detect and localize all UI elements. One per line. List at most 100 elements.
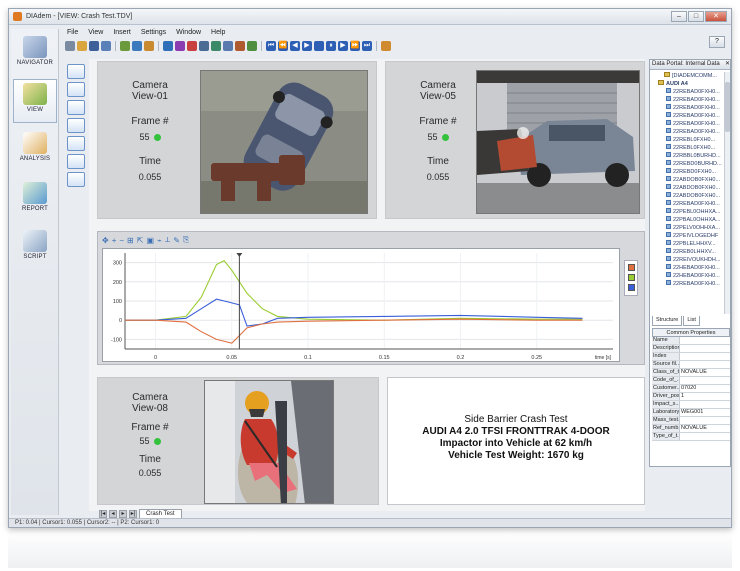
tab-structure[interactable]: Structure [652,316,683,326]
chart-area[interactable]: 300 200 100 0 -100 0 0.05 0.1 0.15 0.2 0.25 time [s… [102,248,620,362]
tree-channel[interactable]: 22REBAD0FXH0... [650,88,726,96]
nav-navigator[interactable]: NAVIGATOR [13,33,57,77]
tree-channel[interactable]: 22REBAD0FXH0... [650,128,726,136]
layout-7-icon[interactable] [67,172,85,187]
tree-channel[interactable]: 22REBD0BURHD... [650,160,726,168]
tree-channel[interactable]: 22REBL0FXH0... [650,136,726,144]
chart-cursor-icon[interactable]: ✥ [102,236,109,245]
menu-window[interactable]: Window [176,29,201,36]
copy-icon[interactable] [132,41,142,51]
tree-root[interactable]: [DIADEMCOMM... [650,72,726,80]
tree-channel[interactable]: 22HEBAD0FXH0... [650,272,726,280]
paste-icon[interactable] [144,41,154,51]
property-row[interactable]: Ref_numb... NOVALUE [652,425,730,433]
maximize-button[interactable]: □ [688,11,704,22]
line-chart[interactable]: 300 200 100 0 -100 0 0.05 0.1 0.15 0.2 0.25 time [s… [103,249,621,363]
tree-channel[interactable]: 22ABDOB0FXH0... [650,184,726,192]
rewind-icon[interactable]: ⏪ [278,41,288,51]
curve-icon[interactable] [163,41,173,51]
camera-video-08[interactable] [204,380,334,504]
property-row[interactable]: Class_of_t...NOVALUE [652,369,730,377]
loop-icon[interactable] [314,41,324,51]
tree-channel[interactable]: 22ABDOB0FXH0... [650,176,726,184]
property-row[interactable]: Impact_s... [652,401,730,409]
tree-channel[interactable]: 22REIVOUKHDH... [650,256,726,264]
property-row[interactable]: Mass_test... [652,417,730,425]
zoom-out-icon[interactable]: − [119,236,124,245]
layout-5-icon[interactable] [67,136,85,151]
tree-channel[interactable]: 22REBAD0FXH0... [650,200,726,208]
step-back-icon[interactable]: ◀ [290,41,300,51]
property-row[interactable]: Customer... 07020 [652,385,730,393]
tree-channel[interactable]: 22REBAD0FXH0... [650,112,726,120]
new-file-icon[interactable] [65,41,75,51]
menu-view[interactable]: View [88,29,103,36]
grid-icon[interactable] [211,41,221,51]
settings-icon[interactable] [381,41,391,51]
portal-close-icon[interactable]: ✕ [725,60,730,69]
tree-channel[interactable]: 22PEBL0OHHXA... [650,208,726,216]
layout-4-icon[interactable] [67,118,85,133]
layout-icon[interactable] [101,41,111,51]
cut-icon[interactable] [120,41,130,51]
pause-icon[interactable]: ⏸ [326,41,336,51]
chart-settings-icon[interactable]: ▣ [146,236,154,245]
property-row[interactable]: Laboratory...WEG001 [652,409,730,417]
tab-list[interactable]: List [683,316,700,326]
cursor-mode-icon[interactable]: ⟂ [165,235,170,245]
property-row[interactable]: Type_of_t... [652,433,730,441]
tree-channel[interactable]: 22ABDOB0FXH0... [650,192,726,200]
layout-1-icon[interactable] [67,64,85,79]
nav-analysis[interactable]: ANALYSIS [13,129,57,173]
scroll-thumb[interactable] [725,82,730,132]
axis-icon[interactable] [199,41,209,51]
property-row[interactable]: Code_of_... [652,377,730,385]
nav-view[interactable]: VIEW [13,79,57,123]
menu-file[interactable]: File [67,29,78,36]
pan-icon[interactable]: ⇱ [137,236,144,245]
tree-channel[interactable]: 22PEIVLOGEDHF [650,232,726,240]
minimize-button[interactable]: – [671,11,687,22]
tab-prev-icon[interactable]: ◂ [109,510,117,518]
zoom-in-icon[interactable]: + [112,236,117,245]
fast-forward-icon[interactable]: ⏩ [350,41,360,51]
tree-channel[interactable]: 22REBAD0FXH0... [650,96,726,104]
tree-scrollbar[interactable] [724,72,730,314]
property-row[interactable]: Source fil... [652,361,730,369]
skip-start-icon[interactable]: ⏮ [266,41,276,51]
play-icon[interactable]: ▶ [302,41,312,51]
curve-style-icon[interactable] [175,41,185,51]
step-forward-icon[interactable]: ▶ [338,41,348,51]
save-icon[interactable] [89,41,99,51]
tree-channel[interactable]: 22REBAD0FXH0... [650,104,726,112]
menu-settings[interactable]: Settings [141,29,166,36]
zoom-box-icon[interactable]: ⊞ [127,236,134,245]
tree-channel[interactable]: 22REB0LHHXV... [650,248,726,256]
tree-group[interactable]: AUDI A4 [650,80,726,88]
tree-channel[interactable]: 22PELV0OHHXA... [650,224,726,232]
skip-end-icon[interactable]: ⏭ [362,41,372,51]
table-icon[interactable] [223,41,233,51]
tree-channel[interactable]: 22REBAD0FXH0... [650,280,726,288]
close-button[interactable]: ✕ [705,11,727,22]
tree-channel[interactable]: 22REBL0FXH0... [650,144,726,152]
layout-6-icon[interactable] [67,154,85,169]
help-icon[interactable]: ? [709,36,725,48]
tree-channel[interactable]: 22HEBAD0FXH0... [650,264,726,272]
layout-3-icon[interactable] [67,100,85,115]
property-row[interactable]: Index [652,353,730,361]
property-row[interactable]: Description [652,345,730,353]
tab-next-icon[interactable]: ▸ [119,510,127,518]
tree-channel[interactable]: 22PBAL0OHHXA... [650,216,726,224]
zoom-icon[interactable] [247,41,257,51]
tab-first-icon[interactable]: |◂ [99,510,107,518]
menu-insert[interactable]: Insert [113,29,131,36]
property-row[interactable]: Driver_pos...1 [652,393,730,401]
nav-report[interactable]: REPORT [13,179,57,223]
tab-last-icon[interactable]: ▸| [129,510,137,518]
camera-video-01[interactable] [200,70,368,214]
open-folder-icon[interactable] [77,41,87,51]
property-row[interactable]: Name [652,337,730,345]
tree-channel[interactable]: 22PBLELHHXV... [650,240,726,248]
nav-script[interactable]: SCRIPT [13,227,57,271]
